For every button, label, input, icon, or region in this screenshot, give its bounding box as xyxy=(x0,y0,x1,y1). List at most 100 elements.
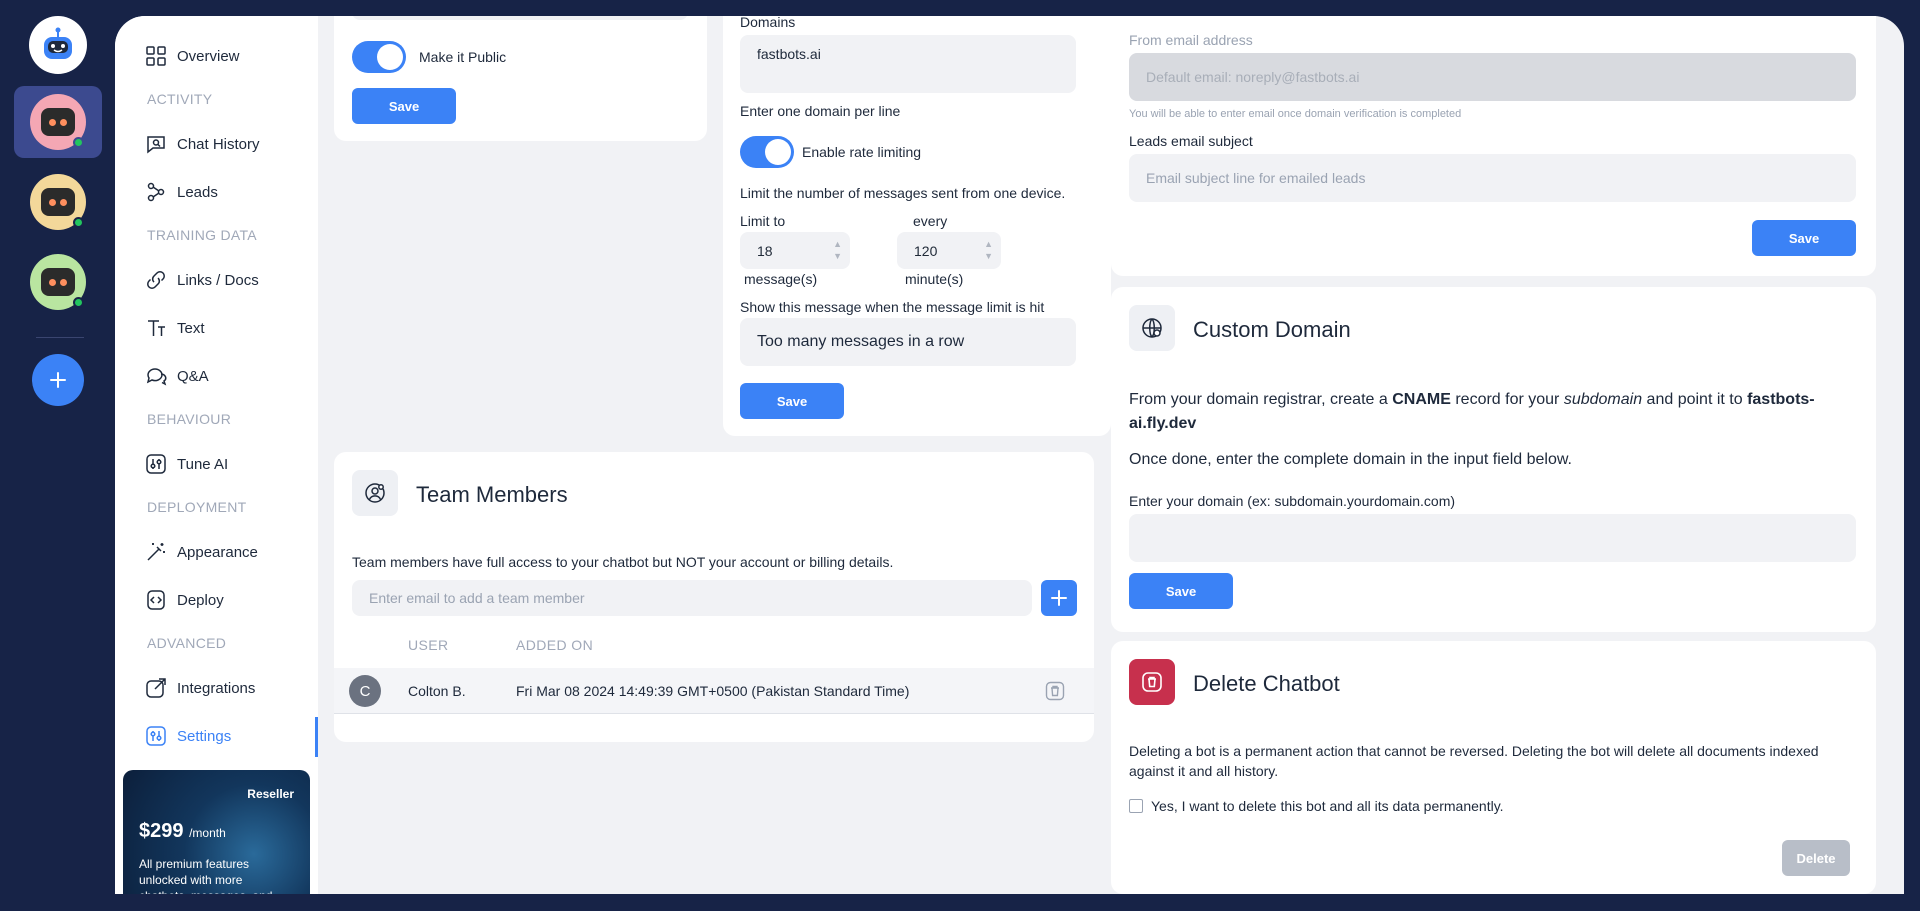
sidebar-item-label: Leads xyxy=(177,183,218,201)
subject-label: Leads email subject xyxy=(1129,133,1253,149)
custom-domain-card: Custom Domain From your domain registrar… xyxy=(1111,287,1876,632)
text-icon xyxy=(148,320,165,336)
sidebar-item-label: Text xyxy=(177,319,205,337)
scrolled-input-field[interactable] xyxy=(352,16,688,20)
people-network-icon xyxy=(147,182,165,202)
save-button[interactable]: Save xyxy=(352,88,456,124)
sidebar-item-label: Settings xyxy=(177,727,232,745)
chevron-up-icon[interactable]: ▲ xyxy=(984,238,993,250)
sidebar-item-links-docs[interactable]: Links / Docs xyxy=(145,268,259,292)
sidebar-item-settings[interactable]: Settings xyxy=(145,724,231,748)
add-team-member-button[interactable] xyxy=(1041,580,1077,616)
sidebar-item-chat-history[interactable]: Chat History xyxy=(145,132,260,156)
section-label-advanced: ADVANCED xyxy=(147,635,227,651)
sidebar-item-label: Deploy xyxy=(177,591,224,609)
section-label-deployment: DEPLOYMENT xyxy=(147,499,247,515)
sidebar-item-label: Overview xyxy=(177,47,240,65)
app-logo[interactable] xyxy=(29,16,87,74)
bot-avatar xyxy=(30,254,86,310)
main-panel: Overview ACTIVITY Chat History Leads TRA… xyxy=(115,16,1904,894)
limit-message-label: Show this message when the message limit… xyxy=(740,299,1045,315)
email-settings-card: From email address Default email: norepl… xyxy=(1111,16,1876,276)
sidebar-item-label: Integrations xyxy=(177,679,256,697)
reseller-promo-card[interactable]: Reseller $299 /month All premium feature… xyxy=(123,770,310,894)
save-button[interactable]: Save xyxy=(740,383,844,419)
section-label-activity: ACTIVITY xyxy=(147,91,213,107)
domain-input[interactable] xyxy=(1129,514,1856,562)
domain-input-label: Enter your domain (ex: subdomain.yourdom… xyxy=(1129,493,1456,509)
card-title: Delete Chatbot xyxy=(1193,671,1340,696)
sidebar-item-label: Tune AI xyxy=(177,455,229,473)
stepper-arrows[interactable]: ▲ ▼ xyxy=(833,238,842,262)
chevron-down-icon[interactable]: ▼ xyxy=(984,250,993,262)
section-label-training: TRAINING DATA xyxy=(147,227,257,243)
team-icon-box xyxy=(352,470,398,516)
from-email-input: Default email: noreply@fastbots.ai xyxy=(1129,53,1856,101)
bot-switcher-item[interactable] xyxy=(14,166,102,238)
plus-icon xyxy=(50,372,66,388)
robot-logo-icon xyxy=(44,27,72,59)
bot-avatar xyxy=(30,174,86,230)
limit-message-input[interactable]: Too many messages in a row xyxy=(740,318,1076,366)
team-email-input[interactable]: Enter email to add a team member xyxy=(352,580,1032,616)
save-button[interactable]: Save xyxy=(1129,573,1233,609)
sidebar-item-appearance[interactable]: Appearance xyxy=(145,540,258,564)
sidebar-item-leads[interactable]: Leads xyxy=(145,180,218,204)
rate-limiting-label: Enable rate limiting xyxy=(802,144,922,160)
make-public-toggle[interactable] xyxy=(352,41,406,73)
grid-icon xyxy=(146,46,166,66)
security-card: Domains fastbots.ai Enter one domain per… xyxy=(723,16,1111,436)
trash-icon xyxy=(1045,681,1065,701)
section-label-behaviour: BEHAVIOUR xyxy=(147,411,232,427)
online-status-dot xyxy=(73,137,84,148)
sidebar-item-text[interactable]: Text xyxy=(145,316,205,340)
domain-instructions-2: Once done, enter the complete domain in … xyxy=(1129,451,1572,468)
stepper-arrows[interactable]: ▲ ▼ xyxy=(984,238,993,262)
plus-icon xyxy=(1051,590,1067,606)
sidebar-item-integrations[interactable]: Integrations xyxy=(145,676,255,700)
messages-value: 18 xyxy=(757,242,773,259)
promo-tag: Reseller xyxy=(247,787,294,801)
delete-confirm-checkbox[interactable] xyxy=(1129,799,1143,813)
delete-member-button[interactable] xyxy=(1045,681,1065,706)
column-header-added-on: ADDED ON xyxy=(516,637,594,653)
add-bot-button[interactable] xyxy=(32,354,84,406)
sidebar-item-tune-ai[interactable]: Tune AI xyxy=(145,452,228,476)
every-label: every xyxy=(913,213,948,229)
chevron-up-icon[interactable]: ▲ xyxy=(833,238,842,250)
save-button[interactable]: Save xyxy=(1752,220,1856,256)
sidebar-item-label: Q&A xyxy=(177,367,209,385)
rail-divider xyxy=(36,337,84,338)
chat-search-icon xyxy=(147,136,165,154)
online-status-dot xyxy=(73,217,84,228)
sidebar-item-label: Links / Docs xyxy=(177,271,259,289)
delete-description: Deleting a bot is a permanent action tha… xyxy=(1129,743,1819,779)
table-row: C Colton B. Fri Mar 08 2024 14:49:39 GMT… xyxy=(334,668,1094,714)
subject-input[interactable]: Email subject line for emailed leads xyxy=(1129,154,1856,202)
delete-button[interactable]: Delete xyxy=(1782,840,1850,876)
messages-stepper[interactable]: 18 ▲ ▼ xyxy=(740,232,850,269)
trash-icon xyxy=(1142,672,1162,692)
minutes-stepper[interactable]: 120 ▲ ▼ xyxy=(897,232,1001,269)
chevron-down-icon[interactable]: ▼ xyxy=(833,250,842,262)
domain-instructions: From your domain registrar, create a CNA… xyxy=(1129,391,1815,432)
globe-icon xyxy=(1142,318,1162,338)
messages-unit: message(s) xyxy=(744,271,818,287)
visibility-card: Make it Public Save xyxy=(334,16,707,141)
bot-rail xyxy=(0,0,114,911)
bot-avatar xyxy=(30,94,86,150)
promo-description: All premium features unlocked with more … xyxy=(139,857,272,894)
sidebar-item-deploy[interactable]: Deploy xyxy=(145,588,224,612)
sidebar-item-overview[interactable]: Overview xyxy=(145,44,240,68)
domains-textarea[interactable]: fastbots.ai xyxy=(740,35,1076,93)
column-header-user: USER xyxy=(408,637,449,653)
delete-chatbot-card: Delete Chatbot Deleting a bot is a perma… xyxy=(1111,641,1876,894)
bot-switcher-item[interactable] xyxy=(14,246,102,318)
sidebar-item-qa[interactable]: Q&A xyxy=(145,364,209,388)
team-members-card: Team Members Team members have full acce… xyxy=(334,452,1094,742)
card-title: Custom Domain xyxy=(1193,317,1351,342)
rate-limiting-toggle[interactable] xyxy=(740,136,794,168)
bot-switcher-item[interactable] xyxy=(14,86,102,158)
make-public-label: Make it Public xyxy=(419,49,507,65)
online-status-dot xyxy=(73,297,84,308)
